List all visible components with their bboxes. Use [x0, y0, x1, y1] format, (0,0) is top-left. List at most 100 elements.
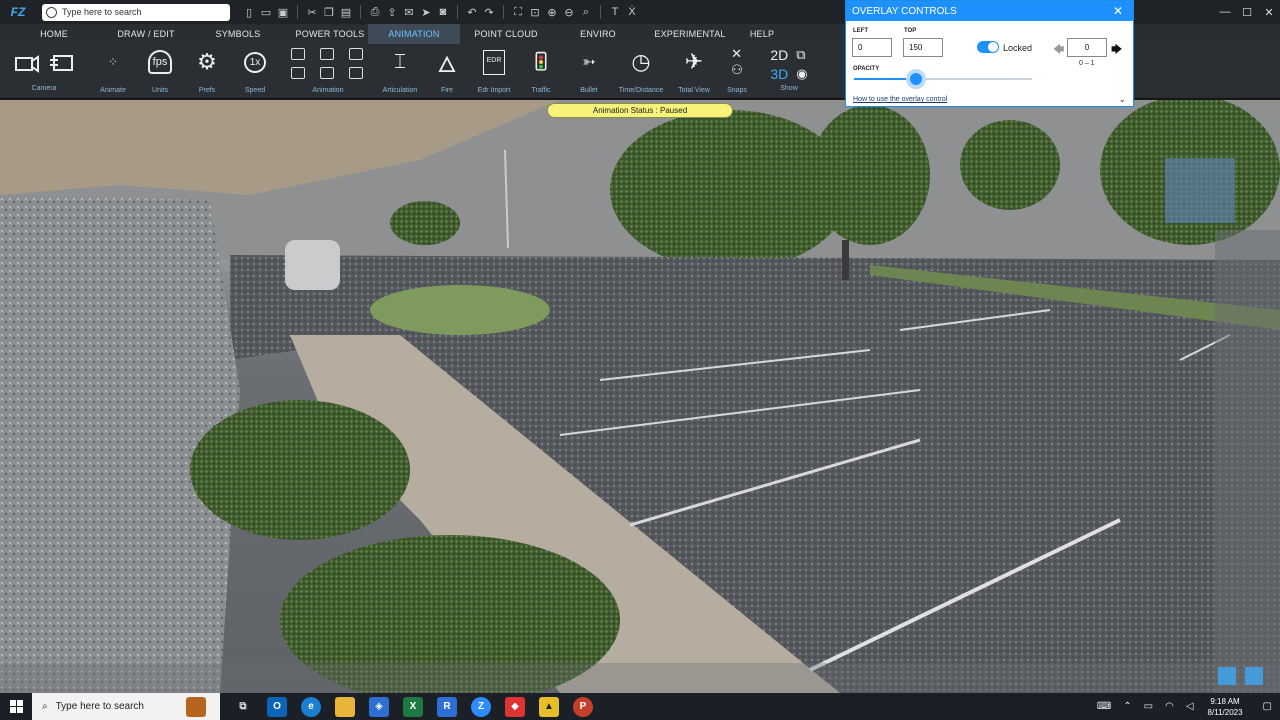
tab-draw-edit[interactable]: DRAW / EDIT [108, 24, 184, 44]
outlook-icon[interactable]: O [267, 696, 287, 717]
overlay-help-link[interactable]: How to use the overlay control [853, 96, 947, 103]
paste-icon[interactable]: ▤ [339, 5, 353, 19]
open-file-icon[interactable]: ▭ [259, 5, 273, 19]
maximize-icon[interactable]: ☐ [1236, 0, 1258, 24]
fit-view-icon[interactable]: ⛶ [511, 5, 525, 19]
taskbar-search-placeholder: Type here to search [55, 701, 144, 712]
capture-icon[interactable] [349, 67, 363, 79]
windows-start-icon[interactable] [10, 700, 23, 713]
pause-icon[interactable] [320, 48, 334, 60]
top-input[interactable]: 150 [903, 38, 943, 57]
bullet-icon: ➳ [582, 54, 596, 71]
animation-label: Animation [312, 87, 344, 94]
point-cloud-viewport[interactable] [0, 100, 1280, 693]
locked-toggle[interactable] [977, 41, 999, 53]
edr-import-button[interactable]: EDR Edr Import [474, 44, 514, 99]
chevron-down-icon[interactable]: ⌄ [1118, 94, 1126, 105]
battery-icon[interactable]: ▭ [1144, 701, 1153, 712]
app-cube-icon[interactable]: ◈ [369, 696, 389, 717]
zoom-out-icon[interactable]: ⊖ [562, 5, 576, 19]
total-view-button[interactable]: ✈ Total View [676, 44, 712, 99]
r-app-icon[interactable]: R [437, 696, 457, 717]
save-icon[interactable]: ▣ [276, 5, 290, 19]
tab-power-tools[interactable]: POWER TOOLS [292, 24, 368, 44]
text-icon[interactable]: T [608, 5, 622, 19]
tab-home[interactable]: HOME [0, 24, 108, 44]
dimension-icon[interactable]: Ẋ [625, 5, 639, 19]
overlay-panel-header: OVERLAY CONTROLS ✕ [846, 1, 1133, 21]
time-distance-button[interactable]: ◷ Time/Distance [614, 44, 668, 99]
copy-icon[interactable]: ❐ [322, 5, 336, 19]
total-view-label: Total View [678, 87, 710, 94]
close-icon[interactable]: ✕ [1113, 4, 1123, 18]
edge-icon[interactable]: e [301, 696, 321, 717]
print-icon[interactable]: ⎙ [368, 5, 382, 19]
taskbar-clock[interactable]: 9:18 AM 8/11/2023 [1208, 696, 1243, 718]
camera-group[interactable]: Camera [8, 44, 80, 99]
redo-icon[interactable]: ↷ [482, 5, 496, 19]
speed-button[interactable]: 1x Speed [236, 44, 274, 99]
title-search-input[interactable]: Type here to search [42, 3, 230, 21]
tab-experimental[interactable]: EXPERIMENTAL [644, 24, 736, 44]
wifi-icon[interactable]: ◠ [1165, 701, 1174, 712]
tab-help[interactable]: HELP [736, 24, 788, 44]
expand-view-icon[interactable]: ⧉ [796, 47, 805, 63]
time-distance-label: Time/Distance [618, 87, 664, 94]
bullet-button[interactable]: ➳ Bullet [572, 44, 606, 99]
briefcase-icon[interactable] [186, 696, 206, 717]
show-3d-button[interactable]: 3D [770, 66, 788, 82]
zoom-in-icon[interactable]: ⊕ [545, 5, 559, 19]
show-label: Show [780, 85, 798, 92]
snaps-button[interactable]: ✕ ⚇ Snaps [722, 44, 752, 99]
animate-button[interactable]: ⁘ Animate [96, 44, 130, 99]
recorder-icon[interactable]: ◆ [505, 696, 525, 717]
rewind-icon[interactable] [291, 67, 305, 79]
excel-icon[interactable]: X [403, 696, 423, 717]
file-explorer-icon[interactable] [335, 696, 355, 717]
zoom-search-icon[interactable]: ⌕ [579, 5, 593, 19]
speed-label: Speed [244, 87, 266, 94]
units-button[interactable]: fps Units [143, 44, 177, 99]
fire-button[interactable]: 🜂 Fire [430, 44, 464, 99]
arrow-right-icon[interactable]: 🡆 [1111, 41, 1122, 60]
task-view-icon[interactable]: ⧉ [233, 697, 253, 717]
step-input[interactable]: 0 [1067, 38, 1107, 57]
new-file-icon[interactable]: ▯ [242, 5, 256, 19]
export-icon[interactable]: ⇪ [385, 5, 399, 19]
cut-icon[interactable]: ✂ [305, 5, 319, 19]
undo-icon[interactable]: ↶ [465, 5, 479, 19]
volume-icon[interactable]: ◁ [1186, 701, 1194, 712]
camera-icon[interactable]: ◙ [436, 5, 450, 19]
tab-symbols[interactable]: SYMBOLS [184, 24, 292, 44]
close-icon[interactable]: ✕ [1258, 0, 1280, 24]
divider [360, 5, 361, 19]
show-2d-button[interactable]: 2D [770, 47, 788, 63]
units-icon-text: fps [147, 50, 173, 74]
stop-icon[interactable] [320, 67, 334, 79]
notification-icon[interactable]: ▢ [1263, 701, 1272, 712]
play-icon[interactable] [291, 48, 305, 60]
chevron-up-icon[interactable]: ⌃ [1123, 701, 1131, 712]
units-label: Units [152, 87, 168, 94]
email-icon[interactable]: ✉ [402, 5, 416, 19]
minimize-icon[interactable]: — [1214, 0, 1236, 24]
point-cloud-scene [0, 100, 1280, 693]
tab-enviro[interactable]: ENVIRO [552, 24, 644, 44]
paper-plane-icon: ✈ [684, 49, 704, 74]
left-input[interactable]: 0 [852, 38, 892, 57]
warning-app-icon[interactable]: ▲ [539, 696, 559, 717]
eye-icon[interactable]: ◉ [796, 66, 807, 82]
prefs-button[interactable]: ⚙ Prefs [190, 44, 224, 99]
arrow-left-icon[interactable]: 🡄 [1053, 41, 1064, 60]
keyboard-icon[interactable]: ⌨ [1097, 701, 1111, 712]
powerpoint-icon[interactable]: P [573, 696, 593, 717]
tab-point-cloud[interactable]: POINT CLOUD [460, 24, 552, 44]
articulation-button[interactable]: ⌶ Articulation [380, 44, 420, 99]
record-icon[interactable] [349, 48, 363, 60]
quick-access-toolbar: ▯ ▭ ▣ ✂ ❐ ▤ ⎙ ⇪ ✉ ➤ ◙ ↶ ↷ ⛶ ⊡ ⊕ ⊖ ⌕ T Ẋ [242, 5, 639, 19]
send-icon[interactable]: ➤ [419, 5, 433, 19]
zoom-window-icon[interactable]: ⊡ [528, 5, 542, 19]
zoom-icon[interactable]: Z [471, 696, 491, 717]
traffic-button[interactable]: Traffic [524, 44, 558, 99]
opacity-slider-handle[interactable] [906, 69, 927, 89]
